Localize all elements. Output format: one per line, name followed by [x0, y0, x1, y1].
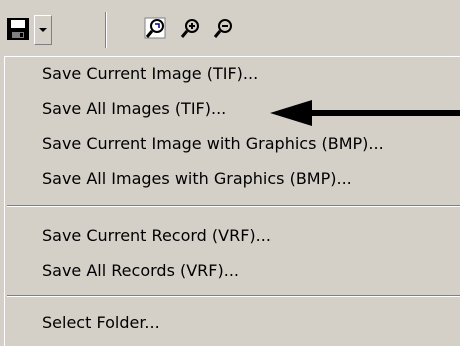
menu-item-save-all-images-graphics-bmp[interactable]: Save All Images with Graphics (BMP)...	[42, 165, 352, 193]
save-dropdown-button[interactable]	[34, 15, 52, 45]
save-button[interactable]	[5, 13, 31, 45]
floppy-disk-icon	[7, 18, 29, 40]
arrow-left-icon	[270, 100, 460, 126]
toolbar-separator	[105, 12, 107, 48]
zoom-reset-button[interactable]	[140, 13, 170, 45]
zoom-out-icon	[213, 19, 232, 38]
chevron-down-icon	[39, 27, 47, 32]
menu-item-save-all-records-vrf[interactable]: Save All Records (VRF)...	[42, 257, 239, 285]
zoom-out-button[interactable]	[208, 13, 238, 45]
menu-item-save-current-record-vrf[interactable]: Save Current Record (VRF)...	[42, 222, 271, 250]
menu-separator	[7, 205, 460, 207]
toolbar	[0, 0, 460, 60]
menu-item-save-current-image-tif[interactable]: Save Current Image (TIF)...	[42, 60, 258, 88]
zoom-reset-icon	[144, 17, 166, 39]
zoom-in-icon	[180, 19, 199, 38]
menu-item-save-current-image-graphics-bmp[interactable]: Save Current Image with Graphics (BMP)..…	[42, 130, 384, 158]
menu-separator	[7, 295, 460, 297]
menu-item-save-all-images-tif[interactable]: Save All Images (TIF)...	[42, 95, 226, 123]
zoom-in-button[interactable]	[175, 13, 205, 45]
